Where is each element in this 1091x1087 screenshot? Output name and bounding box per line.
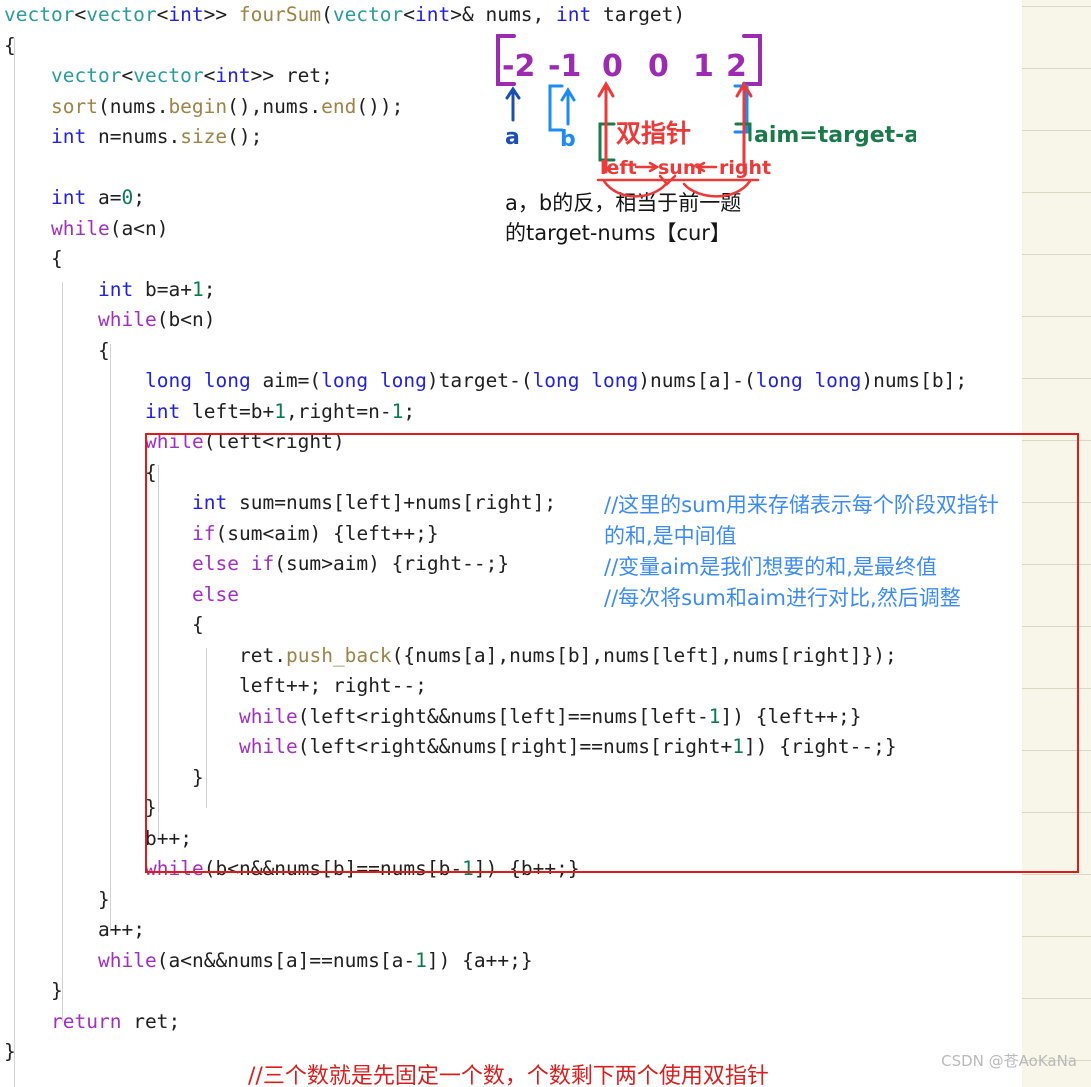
left-sum-right-labels: left sum right xyxy=(600,157,771,179)
code-line: } xyxy=(145,796,157,819)
csdn-watermark: CSDN @苍AoKaNa xyxy=(941,1052,1077,1070)
pointer-b-label: b xyxy=(560,127,576,152)
blue-comment-line: //变量aim是我们想要的和,是最终值 xyxy=(604,555,937,579)
code-line: while(left<right&&nums[right]==nums[righ… xyxy=(239,735,897,758)
code-line: while(b<n&&nums[b]==nums[b-1]) {b++;} xyxy=(145,857,580,880)
blue-comment-line: 的和,是中间值 xyxy=(604,524,737,548)
blue-comment-line: //每次将sum和aim进行对比,然后调整 xyxy=(604,586,961,610)
array-bracket-purple xyxy=(496,34,762,86)
handwritten-annotation-overlay: -2 -1 0 0 1 2 a b 双指针 left sum right aim… xyxy=(496,34,916,198)
array-value-0: -2 xyxy=(502,49,535,84)
code-line: { xyxy=(98,338,110,362)
right-label: right xyxy=(719,157,771,179)
code-line: } xyxy=(98,887,110,911)
array-value-4: 1 xyxy=(693,49,714,84)
red-chinese-note-bottom: //三个数就是先固定一个数，个数剩下两个使用双指针 xyxy=(248,1064,769,1087)
pointer-a-arrow xyxy=(505,86,521,122)
code-line: } xyxy=(4,1040,16,1063)
code-line: left++; right--; xyxy=(239,674,427,697)
code-line: while(a<n&&nums[a]==nums[a-1]) {a++;} xyxy=(98,948,533,972)
code-line: int b=a+1; xyxy=(98,277,216,301)
blue-comment-line: //这里的sum用来存储表示每个阶段双指针 xyxy=(604,493,999,517)
aim-formula-label: aim=target-a-b xyxy=(754,123,916,148)
code-line: ret.push_back({nums[a],nums[b],nums[left… xyxy=(239,643,897,667)
array-value-1: -1 xyxy=(548,49,581,84)
pointer-b-bracket xyxy=(548,84,576,132)
code-line: { xyxy=(145,460,157,484)
code-line: } xyxy=(51,979,63,1002)
array-value-2: 0 xyxy=(602,49,623,84)
pointer-a-label: a xyxy=(505,125,520,150)
left-label: left xyxy=(600,157,637,179)
code-line: while(left<right&&nums[left]==nums[left-… xyxy=(239,704,862,728)
black-note-line-2: 的target-nums【cur】 xyxy=(505,221,731,245)
array-value-3: 0 xyxy=(648,49,669,84)
code-line: { xyxy=(192,613,204,636)
code-line: a++; xyxy=(98,918,145,941)
code-line: long long aim=(long long)target-(long lo… xyxy=(145,369,968,392)
array-values: -2 -1 0 0 1 2 xyxy=(502,49,747,84)
code-line: return ret; xyxy=(51,1009,181,1033)
array-value-5: 2 xyxy=(726,49,747,84)
code-line: while(b<n) xyxy=(98,308,216,331)
code-line: { xyxy=(51,247,63,270)
sum-label: sum xyxy=(658,157,703,179)
code-line: } xyxy=(192,765,204,789)
code-line: while(left<right) xyxy=(145,430,345,453)
code-line: b++; xyxy=(145,826,192,850)
code-line: int left=b+1,right=n-1; xyxy=(145,399,416,423)
double-pointer-label: 双指针 xyxy=(616,119,691,148)
blue-chinese-comments: //这里的sum用来存储表示每个阶段双指针 的和,是中间值 //变量aim是我们想要… xyxy=(604,490,999,614)
screenshot-root: vector<vector<int>> fourSum(vector<int>&… xyxy=(0,0,1091,1087)
